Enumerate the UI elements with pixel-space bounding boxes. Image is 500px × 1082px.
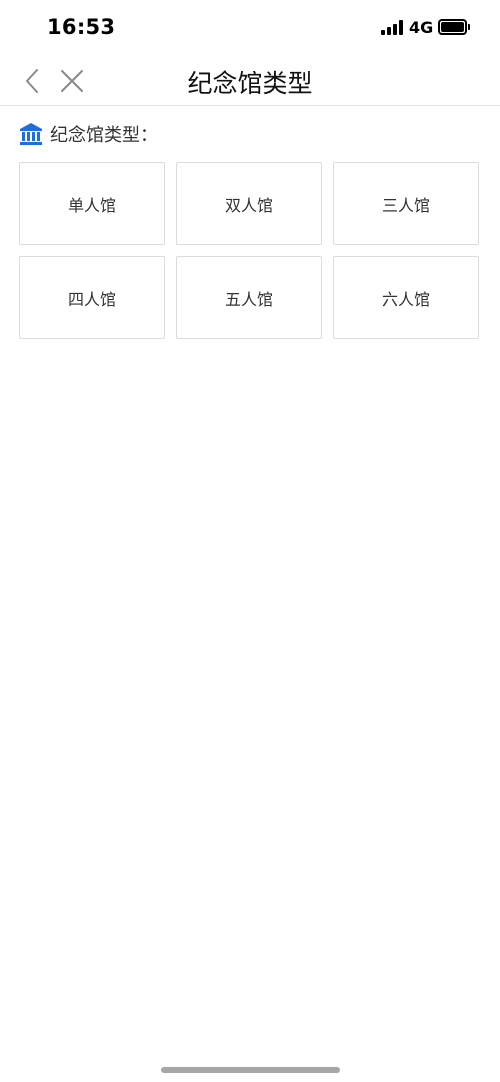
hall-type-option[interactable]: 三人馆	[333, 162, 479, 245]
hall-type-option[interactable]: 双人馆	[176, 162, 322, 245]
status-bar: 16:53 4G	[0, 0, 500, 56]
status-time: 16:53	[47, 15, 116, 39]
screen: 16:53 4G 纪念馆类型 纪念馆类型： 单人馆 双人馆 三人馆 四人馆 五人…	[0, 0, 500, 1082]
nav-bar: 纪念馆类型	[0, 56, 500, 106]
hall-type-option[interactable]: 四人馆	[19, 256, 165, 339]
battery-icon	[438, 19, 467, 35]
battery-tip	[468, 24, 470, 30]
hall-type-option[interactable]: 六人馆	[333, 256, 479, 339]
hall-type-grid: 单人馆 双人馆 三人馆 四人馆 五人馆 六人馆	[19, 162, 481, 339]
signal-icon	[381, 20, 405, 35]
hall-type-option[interactable]: 单人馆	[19, 162, 165, 245]
page-title: 纪念馆类型	[187, 69, 313, 98]
section-title: 纪念馆类型：	[50, 125, 158, 146]
home-indicator[interactable]	[161, 1067, 340, 1073]
hall-type-option[interactable]: 五人馆	[176, 256, 322, 339]
museum-icon	[19, 122, 43, 146]
network-label: 4G	[409, 18, 434, 37]
